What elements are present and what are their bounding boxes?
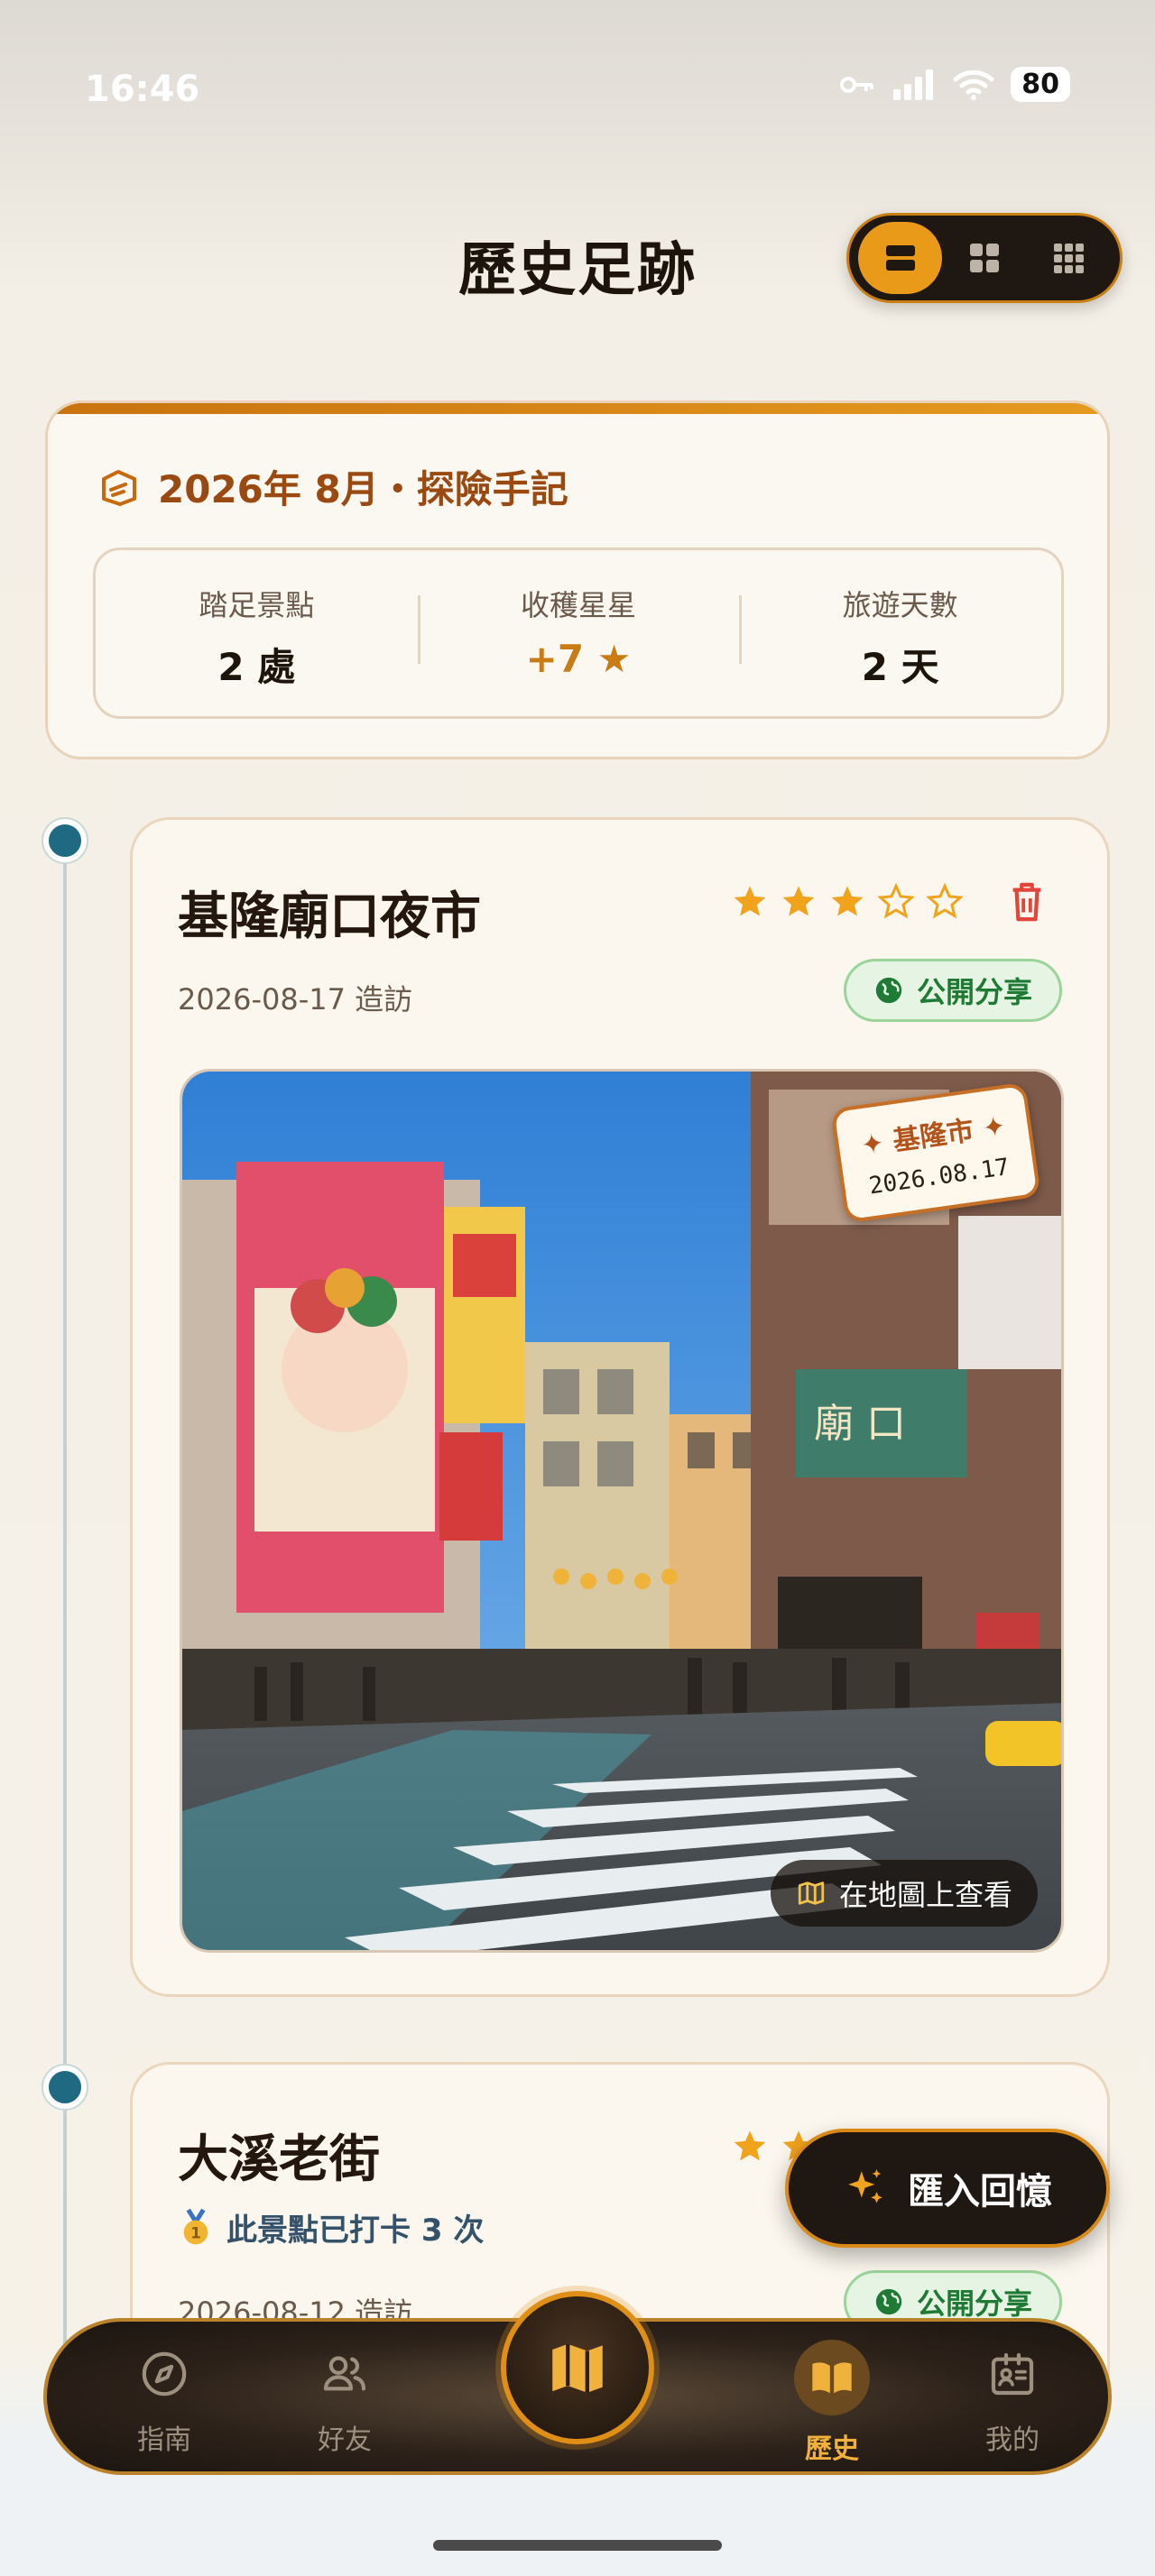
list-view-button[interactable] [858,222,943,294]
star-filled-icon [782,886,815,916]
battery-indicator: 80 [1011,67,1070,102]
star-empty-icon [927,883,963,919]
nav-friends[interactable]: 好友 [273,2349,417,2457]
status-time: 16:46 [85,69,200,110]
star-empty-icon [878,883,914,919]
nav-profile[interactable]: 我的 [940,2349,1085,2457]
view-on-map-button[interactable]: 在地圖上查看 [770,1860,1038,1927]
delete-trash-icon[interactable] [1006,879,1048,925]
home-indicator[interactable] [433,2540,722,2551]
stat-label: 旅遊天數 [842,588,958,622]
svg-text:1: 1 [190,2224,201,2241]
star-filled-icon [734,886,766,916]
summary-stats: 踏足景點 2 處 收穫星星 +7 ★ 旅遊天數 2 天 [93,547,1064,719]
monthly-summary-card: 2026年 8月・探險手記 踏足景點 2 處 收穫星星 +7 ★ 旅遊天數 2 … [45,400,1110,759]
folded-map-icon [552,2343,603,2393]
wifi-icon [953,69,994,100]
globe-icon [875,977,902,1004]
stat-value: 2 天 [861,645,939,689]
share-label: 公開分享 [916,975,1032,1009]
active-icon-wrap [794,2340,870,2415]
nav-label: 我的 [985,2424,1040,2456]
timeline-dot [43,819,87,862]
star-filled-icon [734,2130,766,2161]
nav-history[interactable]: 歷史 [760,2340,904,2466]
public-share-badge[interactable]: 公開分享 [843,959,1062,1022]
stat-label: 踏足景點 [199,588,315,622]
entry-title: 大溪老街 [178,2130,380,2189]
sparkle-icon [848,2169,882,2203]
open-book-icon [812,2362,852,2394]
timeline-dot [43,2065,87,2109]
star-filled-icon [831,886,864,916]
view-mode-switch [846,213,1123,303]
friends-icon [323,2356,366,2391]
stat-value: 2 處 [217,645,296,689]
grid-view-button[interactable] [942,222,1026,294]
summary-accent-bar [48,403,1107,414]
nav-label: 指南 [137,2424,191,2456]
grid-3-icon [1054,244,1085,273]
stat-days: 旅遊天數 2 天 [739,550,1061,716]
svg-text:廟 口: 廟 口 [814,1401,906,1447]
import-memories-label: 匯入回憶 [908,2171,1052,2213]
timeline-line [63,837,67,2352]
stat-places: 踏足景點 2 處 [96,550,418,716]
import-memories-button[interactable]: 匯入回憶 [785,2129,1110,2248]
summary-title: 2026年 8月・探險手記 [98,459,568,514]
status-icons: 80 [839,67,1070,102]
stat-stars: 收穫星星 +7 ★ [417,550,740,716]
map-stamp-icon [102,469,136,506]
stat-label: 收穫星星 [521,588,637,622]
grid-2-icon [969,244,999,272]
checkin-text: 此景點已打卡 3 次 [226,2213,485,2249]
star-rating [732,883,963,919]
map-center-button[interactable] [501,2291,654,2444]
list-view-icon [885,245,915,271]
nav-label: 好友 [318,2424,372,2456]
entry-title: 基隆廟口夜市 [178,888,481,946]
nav-label: 歷史 [805,2433,859,2465]
medal-icon: 1 [183,2208,208,2244]
entry-photo[interactable]: 廟 口 ✦ 基隆市 ✦ 2026.08.17 在地圖上查看 [180,1069,1064,1953]
key-icon [840,76,874,93]
history-entry-card[interactable]: 基隆廟口夜市 2026-08-17 造訪 公開分享 廟 口 ✦ 基隆市 ✦ 20… [130,817,1110,1997]
compact-grid-view-button[interactable] [1027,222,1111,294]
globe-icon [875,2288,902,2315]
signal-icon [893,69,934,100]
share-label: 公開分享 [916,2286,1032,2321]
compass-icon [142,2351,187,2397]
stat-value: +7 ★ [525,637,632,681]
nav-guide[interactable]: 指南 [92,2349,236,2457]
summary-title-text: 2026年 8月・探險手記 [158,467,568,511]
view-on-map-label: 在地圖上查看 [838,1878,1012,1912]
entry-date: 2026-08-17 造訪 [178,982,413,1017]
checkin-count: 1 此景點已打卡 3 次 [178,2205,484,2249]
id-card-icon [991,2352,1034,2396]
map-icon [798,1881,825,1905]
